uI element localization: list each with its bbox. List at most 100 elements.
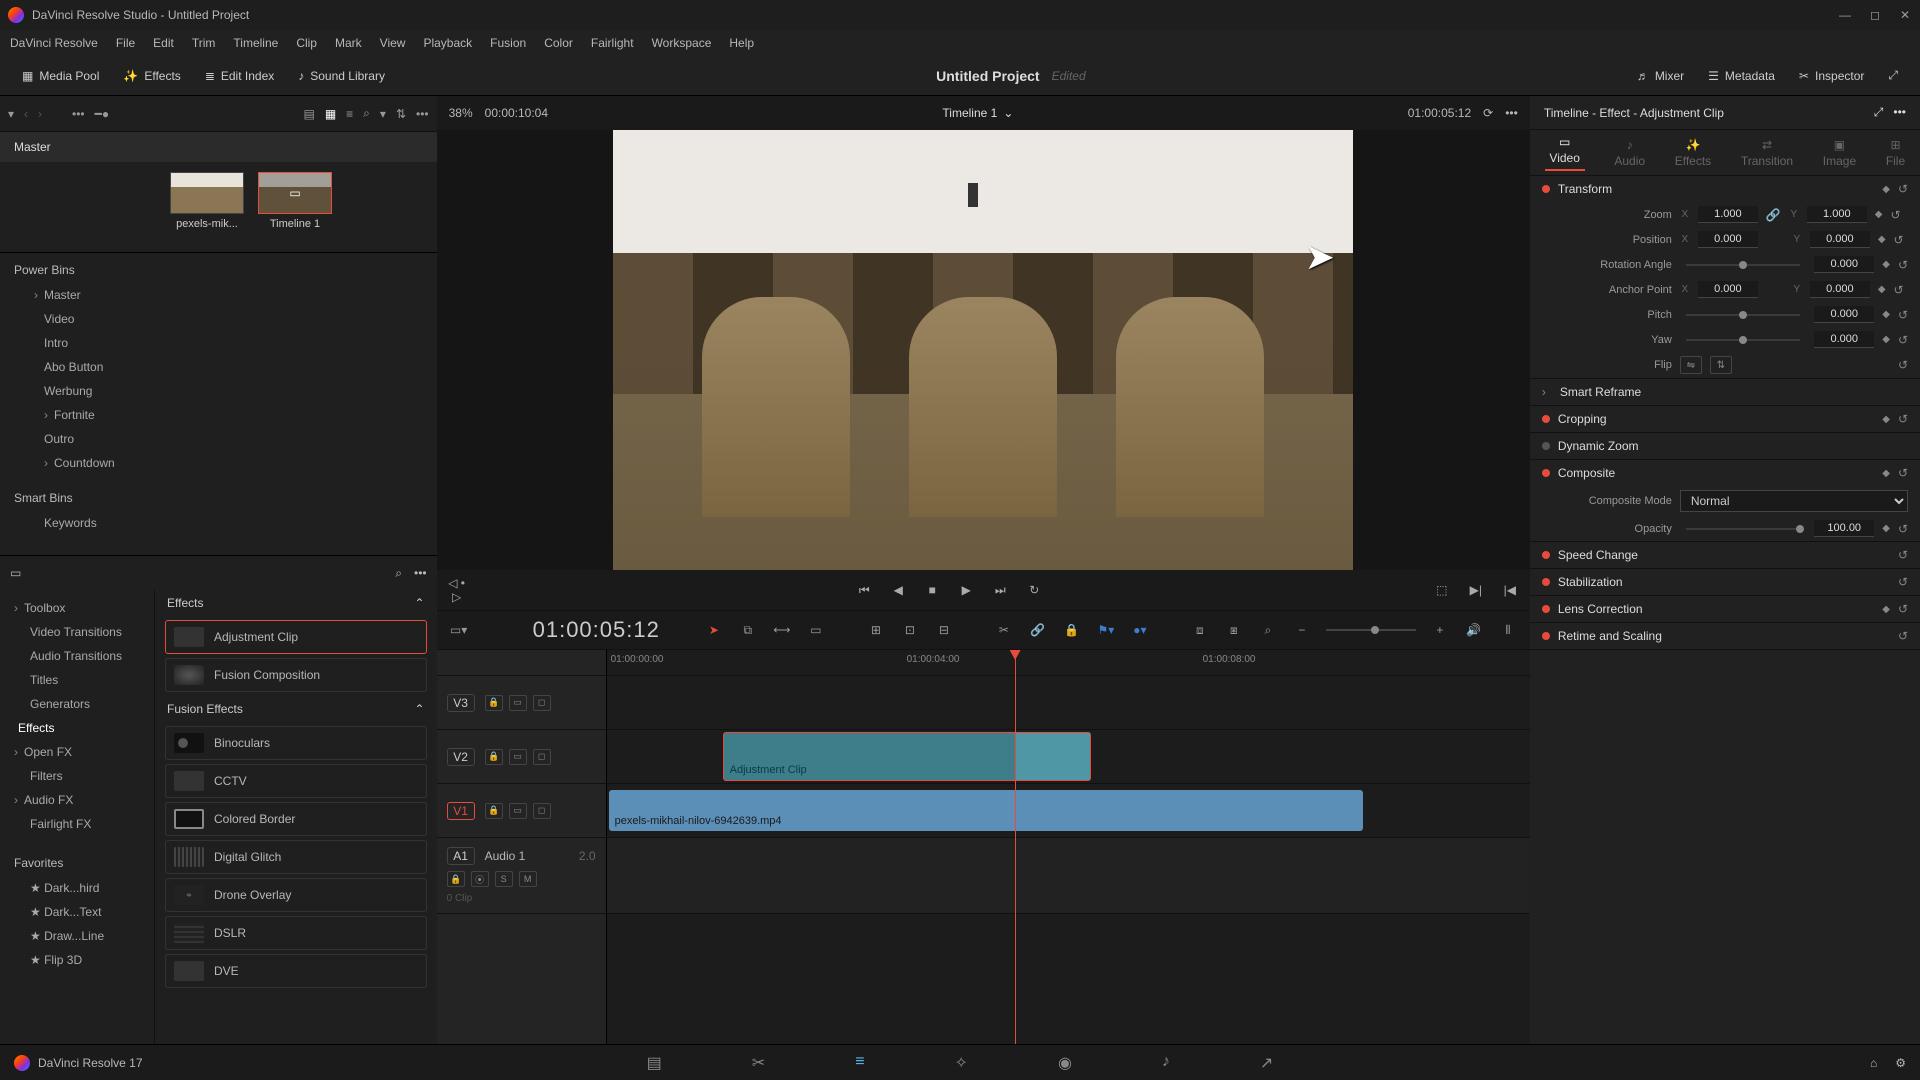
tab-audio[interactable]: ♪Audio [1614, 138, 1645, 168]
inspector-toggle[interactable]: ✂ Inspector [1789, 65, 1874, 87]
fx-effects[interactable]: Effects [0, 716, 154, 740]
page-fusion-icon[interactable]: ✧ [955, 1053, 968, 1073]
fav-2[interactable]: ★ Dark...Text [0, 900, 154, 924]
viewer[interactable]: ➤ [437, 130, 1530, 570]
slider-icon[interactable]: ━● [95, 107, 109, 121]
more-icon[interactable]: ••• [416, 107, 429, 121]
lock-icon[interactable]: 🔒 [447, 871, 465, 887]
thumb-clip[interactable]: pexels-mik... [170, 172, 244, 246]
menu-help[interactable]: Help [729, 36, 754, 50]
fx-binoculars[interactable]: Binoculars [165, 726, 427, 760]
thumb-timeline[interactable]: ▭ Timeline 1 [258, 172, 332, 246]
track-v2-label[interactable]: V2 [447, 748, 475, 766]
jog-prev-icon[interactable]: ◁ • ▷ [447, 576, 467, 604]
zoom-detail-icon[interactable]: ⧆ [1224, 623, 1244, 638]
minimize-icon[interactable]: — [1838, 8, 1852, 22]
zoom-y-input[interactable] [1807, 206, 1867, 223]
keyframe-icon[interactable]: ◆ [1878, 234, 1886, 245]
bin-countdown[interactable]: Countdown [0, 451, 437, 475]
first-frame-icon[interactable]: ⏮ [854, 583, 874, 598]
timeline-ruler[interactable]: 01:00:00:00 01:00:04:00 01:00:08:00 [607, 650, 1530, 676]
reset-icon[interactable]: ↺ [1898, 258, 1908, 272]
auto-select-icon[interactable]: ▭ [509, 695, 527, 711]
menu-color[interactable]: Color [544, 36, 573, 50]
rotation-slider[interactable] [1686, 264, 1800, 266]
zoom-full-icon[interactable]: ⧈ [1190, 623, 1210, 638]
menu-fusion[interactable]: Fusion [490, 36, 526, 50]
lock-icon[interactable]: 🔒 [1062, 623, 1082, 637]
disable-icon[interactable]: ◻ [533, 695, 551, 711]
play-reverse-icon[interactable]: ◀ [888, 583, 908, 597]
track-v3-label[interactable]: V3 [447, 694, 475, 712]
next-edit-icon[interactable]: ▶| [1466, 583, 1486, 597]
nav-fwd-icon[interactable]: › [38, 107, 42, 121]
fx-video-transitions[interactable]: Video Transitions [0, 620, 154, 644]
more-icon[interactable]: ••• [1893, 105, 1906, 120]
search-icon[interactable]: ⌕ [395, 566, 402, 581]
clip-adjustment[interactable]: Adjustment Clip [723, 732, 1091, 781]
bin-video[interactable]: Video [0, 307, 437, 331]
maximize-icon[interactable]: ◻ [1868, 8, 1882, 22]
stabilization-header[interactable]: Stabilization [1558, 575, 1623, 589]
fx-titles[interactable]: Titles [0, 668, 154, 692]
zoom-custom-icon[interactable]: ⌕ [1258, 623, 1278, 638]
power-bin-master[interactable]: Master [0, 283, 437, 307]
menu-clip[interactable]: Clip [296, 36, 317, 50]
timeline[interactable]: V3🔒▭◻ V2🔒▭◻ V1🔒▭◻ A1Audio 12.0 🔒⦿SM 0 Cl… [437, 650, 1530, 1044]
anchor-y-input[interactable] [1810, 281, 1870, 298]
solo-icon[interactable]: S [495, 871, 513, 887]
fav-4[interactable]: ★ Flip 3D [0, 948, 154, 972]
menu-view[interactable]: View [380, 36, 406, 50]
timeline-name[interactable]: Timeline 1 [942, 106, 997, 120]
pitch-input[interactable] [1814, 306, 1874, 323]
bin-dropdown-icon[interactable]: ▾ [8, 107, 14, 121]
reset-icon[interactable]: ↺ [1894, 283, 1904, 297]
viewer-zoom[interactable]: 38% [449, 106, 473, 120]
opacity-input[interactable] [1814, 520, 1874, 537]
pos-y-input[interactable] [1810, 231, 1870, 248]
page-edit-icon[interactable]: ≡ [855, 1053, 864, 1073]
arm-icon[interactable]: ⦿ [471, 871, 489, 887]
smart-bin-keywords[interactable]: Keywords [0, 511, 437, 535]
fav-1[interactable]: ★ Dark...hird [0, 876, 154, 900]
transform-header[interactable]: Transform [1558, 182, 1612, 196]
menu-file[interactable]: File [116, 36, 135, 50]
speed-header[interactable]: Speed Change [1558, 548, 1638, 562]
anchor-x-input[interactable] [1698, 281, 1758, 298]
view-thumb-icon[interactable]: ▦ [325, 107, 336, 121]
selection-tool-icon[interactable]: ➤ [704, 623, 724, 637]
menu-mark[interactable]: Mark [335, 36, 362, 50]
stop-icon[interactable]: ■ [922, 583, 942, 597]
fx-drone-overlay[interactable]: Drone Overlay [165, 878, 427, 912]
fx-colored-border[interactable]: Colored Border [165, 802, 427, 836]
menu-davinci[interactable]: DaVinci Resolve [10, 36, 98, 50]
menu-playback[interactable]: Playback [423, 36, 472, 50]
sort-dropdown-icon[interactable]: ▾ [380, 107, 386, 121]
auto-select-icon[interactable]: ▭ [509, 749, 527, 765]
composite-mode-select[interactable]: Normal [1680, 490, 1908, 512]
last-frame-icon[interactable]: ⏭ [990, 583, 1010, 598]
tab-image[interactable]: ▣Image [1823, 138, 1856, 168]
reset-icon[interactable]: ↺ [1894, 233, 1904, 247]
dynamic-zoom-header[interactable]: Dynamic Zoom [1558, 439, 1639, 453]
flip-v-button[interactable]: ⇅ [1710, 356, 1732, 374]
pitch-slider[interactable] [1686, 314, 1800, 316]
pos-x-input[interactable] [1698, 231, 1758, 248]
timeline-timecode[interactable]: 01:00:05:12 [533, 617, 660, 643]
mixer-icon[interactable]: ⫴ [1498, 623, 1518, 638]
menu-workspace[interactable]: Workspace [652, 36, 712, 50]
page-cut-icon[interactable]: ✂ [752, 1053, 765, 1073]
filter-icon[interactable]: ⇅ [396, 107, 406, 121]
track-v1-lane[interactable]: pexels-mikhail-nilov-6942639.mp4 [607, 784, 1530, 838]
yaw-slider[interactable] [1686, 339, 1800, 341]
flag-icon[interactable]: ⚑▾ [1096, 623, 1116, 637]
home-icon[interactable]: ⌂ [1870, 1056, 1877, 1070]
insert-icon[interactable]: ⊞ [866, 623, 886, 637]
edit-index-toggle[interactable]: ≣ Edit Index [195, 65, 284, 87]
bin-werbung[interactable]: Werbung [0, 379, 437, 403]
track-a1-label[interactable]: A1 [447, 847, 475, 865]
replace-icon[interactable]: ⊟ [934, 623, 954, 637]
viewer-more-icon[interactable]: ••• [1505, 106, 1518, 120]
fav-3[interactable]: ★ Draw...Line [0, 924, 154, 948]
reset-icon[interactable]: ↺ [1891, 208, 1901, 222]
